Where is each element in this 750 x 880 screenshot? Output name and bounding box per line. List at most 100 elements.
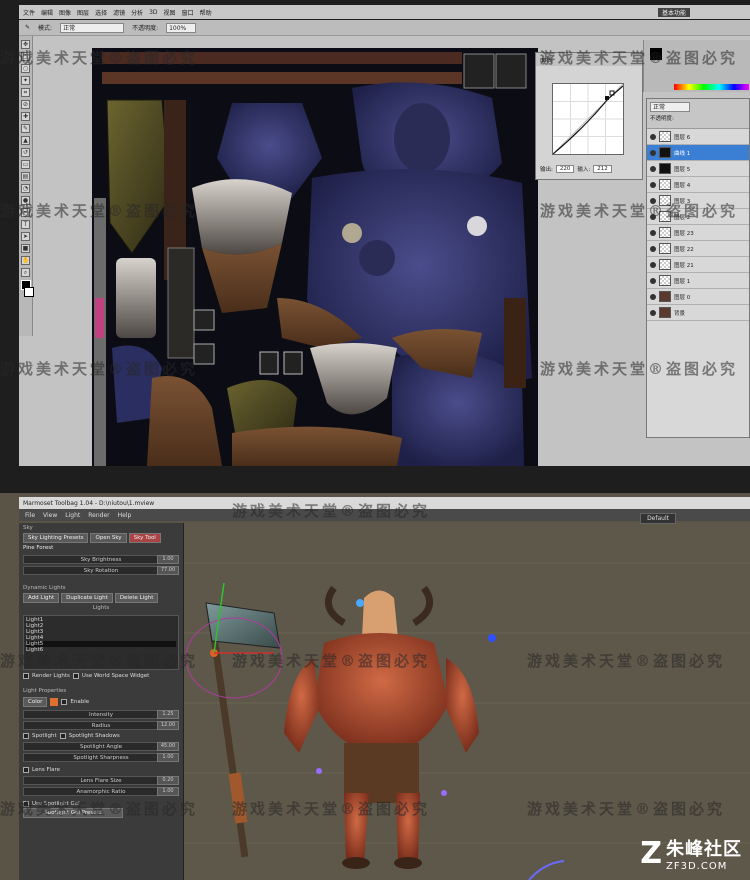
curves-output-input[interactable]: 220 <box>555 165 575 173</box>
eye-icon[interactable] <box>650 293 656 300</box>
spotlight-sharpness-slider[interactable]: Spotlight Sharpness 1.00 <box>23 753 179 762</box>
ps-menu-3d[interactable]: 3D <box>149 9 157 16</box>
layer-row[interactable]: 图层 6 <box>647 129 749 145</box>
sky-rotation-value[interactable]: 77.00 <box>157 566 179 575</box>
layer-row[interactable]: 图层 5 <box>647 161 749 177</box>
open-sky-button[interactable]: Open Sky <box>90 533 127 543</box>
add-light-button[interactable]: Add Light <box>23 593 60 603</box>
light-color-button[interactable]: Color <box>23 697 48 707</box>
anamorphic-ratio-slider[interactable]: Anamorphic Ratio 1.00 <box>23 787 179 796</box>
light-color-swatch[interactable] <box>50 698 59 706</box>
layer-row[interactable]: 图层 21 <box>647 257 749 273</box>
lens-flare-checkbox[interactable]: Lens Flare <box>19 766 183 774</box>
magic-wand-icon[interactable]: ✦ <box>21 76 30 85</box>
ps-workspace-button[interactable]: 基本功能 <box>657 7 690 17</box>
spotlight-angle-slider[interactable]: Spotlight Angle 45.00 <box>23 742 179 751</box>
mm-menu-light[interactable]: Light <box>65 512 80 519</box>
checkbox-box[interactable] <box>23 767 29 773</box>
eye-icon[interactable] <box>650 245 656 252</box>
eye-icon[interactable] <box>650 229 656 236</box>
layer-row[interactable]: 图层 22 <box>647 241 749 257</box>
mm-menu-render[interactable]: Render <box>88 512 109 519</box>
sky-rotation-slider[interactable]: Sky Rotation 77.00 <box>23 566 179 575</box>
sky-brightness-value[interactable]: 1.00 <box>157 555 179 564</box>
zoom-icon[interactable]: ⌕ <box>21 268 30 277</box>
sky-tool-button[interactable]: Sky Tool <box>128 533 161 543</box>
radius-slider[interactable]: Radius 12.00 <box>23 721 179 730</box>
checkbox-box[interactable] <box>61 699 68 705</box>
eye-icon[interactable] <box>650 309 656 316</box>
layer-row[interactable]: 背景 <box>647 305 749 321</box>
healing-brush-icon[interactable]: ✚ <box>21 112 30 121</box>
duplicate-light-button[interactable]: Duplicate Light <box>61 593 113 603</box>
shape-icon[interactable]: ■ <box>21 244 30 253</box>
eye-icon[interactable] <box>650 277 656 284</box>
sky-lighting-presets-button[interactable]: Sky Lighting Presets <box>23 533 89 543</box>
color-ramp[interactable] <box>674 84 749 90</box>
dynamic-lights-label: Dynamic Lights <box>23 585 66 591</box>
curves-graph[interactable] <box>552 83 624 155</box>
default-preset-button[interactable]: Default <box>640 513 676 524</box>
eraser-icon[interactable]: ▭ <box>21 160 30 169</box>
ps-mode-select[interactable]: 正常 <box>60 22 125 33</box>
ps-menu-analysis[interactable]: 分析 <box>131 8 143 17</box>
eyedropper-icon[interactable]: ⊘ <box>21 100 30 109</box>
type-icon[interactable]: T <box>21 220 30 229</box>
eye-icon[interactable] <box>650 181 656 188</box>
intensity-value[interactable]: 1.25 <box>157 710 179 719</box>
gradient-icon[interactable]: ▤ <box>21 172 30 181</box>
layer-row[interactable]: 曲线 1 <box>647 145 749 161</box>
checkbox-box[interactable] <box>72 673 79 679</box>
stamp-icon[interactable]: ▲ <box>21 136 30 145</box>
crop-tool-icon[interactable]: ⌗ <box>21 88 30 97</box>
ps-menu-edit[interactable]: 编辑 <box>41 8 53 17</box>
layer-name: 图层 4 <box>674 182 691 189</box>
ps-menu-image[interactable]: 图像 <box>59 8 71 17</box>
history-brush-icon[interactable]: ↺ <box>21 148 30 157</box>
checkbox-box[interactable] <box>23 673 29 679</box>
ps-menu-filter[interactable]: 滤镜 <box>113 8 125 17</box>
eye-icon[interactable] <box>650 261 656 268</box>
hand-icon[interactable]: ✋ <box>21 256 30 265</box>
sky-brightness-slider[interactable]: Sky Brightness 1.00 <box>23 555 179 564</box>
mm-3d-viewport[interactable] <box>184 523 750 880</box>
intensity-slider[interactable]: Intensity 1.25 <box>23 710 179 719</box>
anamorphic-ratio-value[interactable]: 1.00 <box>157 787 179 796</box>
layer-row[interactable]: 图层 1 <box>647 273 749 289</box>
blur-icon[interactable]: ◔ <box>21 184 30 193</box>
layer-name: 图层 6 <box>674 134 691 141</box>
layers-blend-select[interactable]: 正常 <box>650 102 690 112</box>
eye-icon[interactable] <box>650 133 656 140</box>
mm-menu-file[interactable]: File <box>25 512 35 519</box>
layer-thumbnail <box>659 291 671 302</box>
spotlight-sharpness-value[interactable]: 1.00 <box>157 753 179 762</box>
ps-menu-layer[interactable]: 图层 <box>77 8 89 17</box>
ps-opacity-input[interactable]: 100% <box>166 22 197 33</box>
radius-value[interactable]: 12.00 <box>157 721 179 730</box>
path-select-icon[interactable]: ➤ <box>21 232 30 241</box>
render-lights-checkbox[interactable]: Render Lights Use World Space Widget <box>19 672 183 680</box>
ps-menu-window[interactable]: 窗口 <box>182 8 194 17</box>
mm-menu-view[interactable]: View <box>43 512 57 519</box>
lens-flare-size-slider[interactable]: Lens Flare Size 0.20 <box>23 776 179 785</box>
mm-menu-help[interactable]: Help <box>118 512 132 519</box>
ps-menu-select[interactable]: 选择 <box>95 8 107 17</box>
ps-menu-file[interactable]: 文件 <box>23 8 35 17</box>
checkbox-box[interactable] <box>59 733 66 739</box>
layer-row[interactable]: 图层 0 <box>647 289 749 305</box>
eye-icon[interactable] <box>650 165 656 172</box>
ps-texture-canvas[interactable] <box>92 48 538 466</box>
eye-icon[interactable] <box>650 149 656 156</box>
layer-row[interactable]: 图层 4 <box>647 177 749 193</box>
checkbox-box[interactable] <box>23 733 29 739</box>
layer-row[interactable]: 图层 23 <box>647 225 749 241</box>
background-color-swatch[interactable] <box>23 287 34 297</box>
spotlight-angle-value[interactable]: 45.00 <box>157 742 179 751</box>
ps-menu-view[interactable]: 视图 <box>164 8 176 17</box>
curves-input-input[interactable]: 212 <box>593 165 612 173</box>
delete-light-button[interactable]: Delete Light <box>114 593 159 603</box>
lens-flare-size-value[interactable]: 0.20 <box>157 776 179 785</box>
brush-tool-icon[interactable]: ✎ <box>25 24 30 31</box>
brush-icon[interactable]: ✎ <box>21 124 30 133</box>
ps-menu-help[interactable]: 帮助 <box>200 8 212 17</box>
